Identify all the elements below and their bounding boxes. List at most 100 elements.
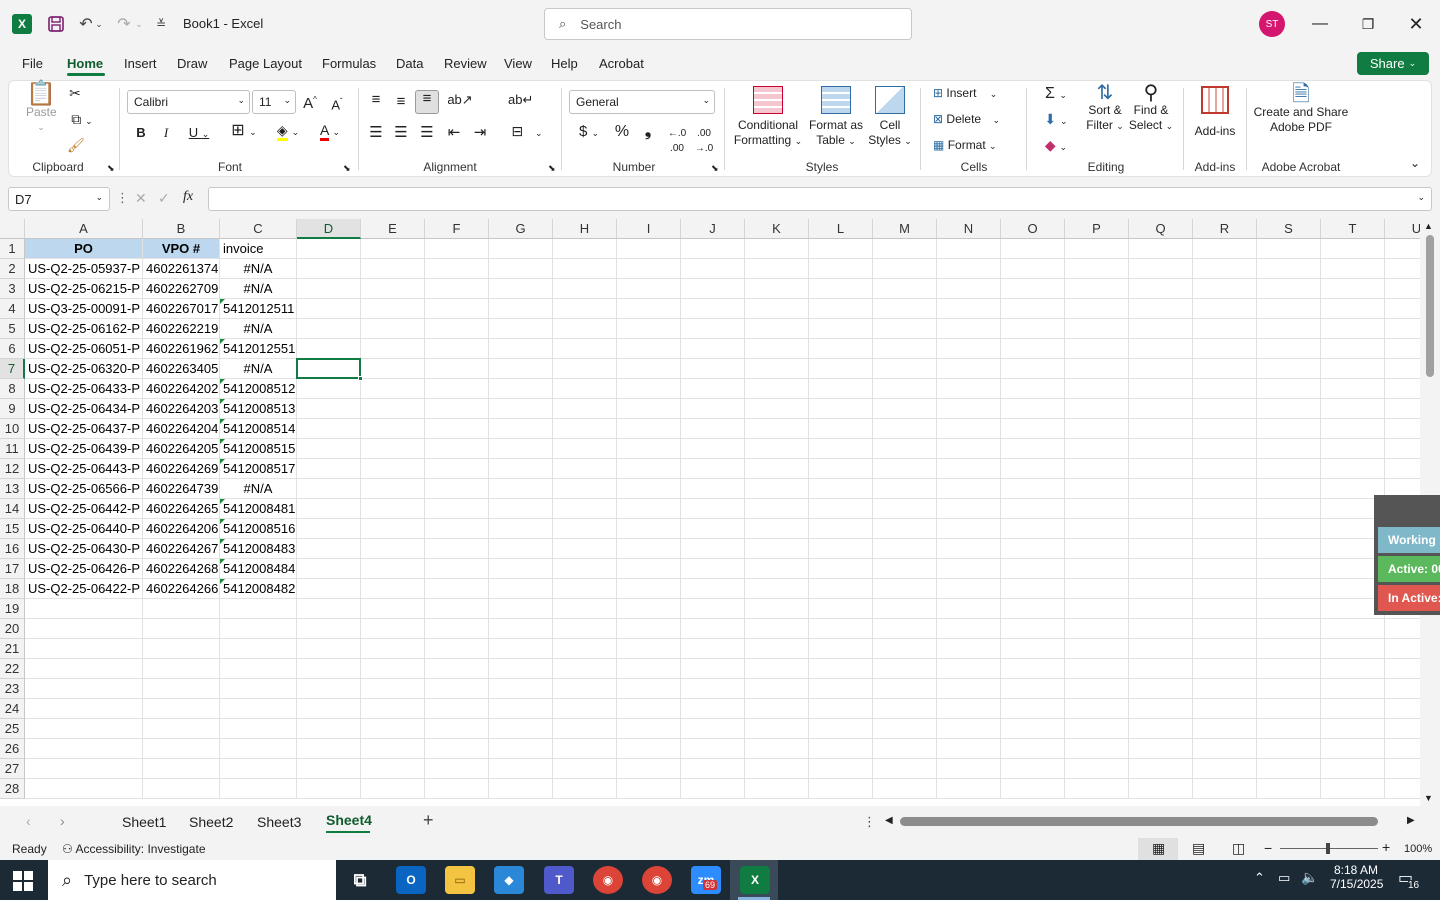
table-cell[interactable] bbox=[681, 559, 745, 579]
table-cell[interactable] bbox=[361, 359, 425, 379]
table-cell[interactable] bbox=[809, 439, 873, 459]
table-cell[interactable] bbox=[1001, 699, 1065, 719]
table-cell[interactable] bbox=[1321, 639, 1385, 659]
table-cell[interactable] bbox=[1321, 619, 1385, 639]
table-cell[interactable]: US-Q2-25-06437-P bbox=[25, 419, 143, 439]
table-cell[interactable] bbox=[745, 759, 809, 779]
sheet-tab-2[interactable]: Sheet2 bbox=[189, 814, 233, 830]
table-cell[interactable] bbox=[361, 659, 425, 679]
bold-icon[interactable]: B bbox=[133, 125, 149, 140]
table-cell[interactable] bbox=[361, 559, 425, 579]
table-cell[interactable] bbox=[25, 719, 143, 739]
table-cell[interactable] bbox=[937, 399, 1001, 419]
table-cell[interactable] bbox=[1001, 259, 1065, 279]
table-cell[interactable] bbox=[1257, 659, 1321, 679]
row-header[interactable]: 7 bbox=[0, 359, 25, 379]
table-cell[interactable]: #N/A bbox=[220, 319, 297, 339]
table-cell[interactable]: 5412008484 bbox=[220, 559, 297, 579]
table-cell[interactable] bbox=[1385, 759, 1420, 779]
table-cell[interactable] bbox=[1257, 579, 1321, 599]
table-cell[interactable]: 4602261962 bbox=[143, 339, 220, 359]
table-cell[interactable] bbox=[1065, 639, 1129, 659]
align-center-icon[interactable]: ☰ bbox=[391, 125, 411, 140]
table-cell[interactable] bbox=[1001, 399, 1065, 419]
table-cell[interactable] bbox=[1193, 619, 1257, 639]
table-cell[interactable] bbox=[361, 239, 425, 259]
table-cell[interactable] bbox=[745, 239, 809, 259]
table-cell[interactable] bbox=[1129, 679, 1193, 699]
dialog-launcher-icon[interactable]: ⬊ bbox=[343, 163, 351, 174]
table-cell[interactable] bbox=[1001, 379, 1065, 399]
table-cell[interactable] bbox=[1193, 379, 1257, 399]
table-cell[interactable] bbox=[1129, 319, 1193, 339]
table-cell[interactable] bbox=[681, 419, 745, 439]
table-cell[interactable] bbox=[681, 499, 745, 519]
row-header[interactable]: 27 bbox=[0, 759, 25, 779]
page-layout-view-icon[interactable]: ▤ bbox=[1192, 840, 1205, 857]
row-header[interactable]: 19 bbox=[0, 599, 25, 619]
table-cell[interactable] bbox=[1065, 359, 1129, 379]
row-header[interactable]: 24 bbox=[0, 699, 25, 719]
column-header-k[interactable]: K bbox=[745, 219, 809, 239]
table-cell[interactable] bbox=[937, 479, 1001, 499]
decrease-font-icon[interactable]: Aˇ bbox=[327, 94, 347, 112]
table-cell[interactable] bbox=[1001, 719, 1065, 739]
table-cell[interactable] bbox=[553, 599, 617, 619]
increase-indent-icon[interactable]: ⇥ bbox=[470, 125, 490, 140]
table-cell[interactable] bbox=[425, 399, 489, 419]
table-cell[interactable] bbox=[1257, 559, 1321, 579]
table-cell[interactable] bbox=[745, 679, 809, 699]
comma-style-icon[interactable]: ❟ bbox=[640, 124, 656, 140]
table-cell[interactable] bbox=[489, 519, 553, 539]
table-cell[interactable] bbox=[745, 659, 809, 679]
table-cell[interactable] bbox=[425, 619, 489, 639]
table-cell[interactable] bbox=[1321, 419, 1385, 439]
table-cell[interactable] bbox=[361, 699, 425, 719]
tab-home[interactable]: Home bbox=[67, 56, 103, 71]
table-cell[interactable] bbox=[937, 739, 1001, 759]
font-size-select[interactable]: 11 ⌄ bbox=[252, 90, 296, 114]
table-cell[interactable] bbox=[1385, 299, 1420, 319]
table-cell[interactable] bbox=[1001, 639, 1065, 659]
fill-icon[interactable]: ⬇ ⌄ bbox=[1038, 112, 1074, 129]
row-header[interactable]: 8 bbox=[0, 379, 25, 399]
column-header-c[interactable]: C bbox=[220, 219, 297, 239]
table-cell[interactable] bbox=[1193, 559, 1257, 579]
table-cell[interactable] bbox=[361, 339, 425, 359]
page-break-view-icon[interactable]: ◫ bbox=[1232, 840, 1245, 857]
table-cell[interactable] bbox=[1001, 439, 1065, 459]
table-cell[interactable] bbox=[1001, 419, 1065, 439]
format-painter-icon[interactable]: 🖌 bbox=[67, 138, 85, 153]
tab-formulas[interactable]: Formulas bbox=[322, 56, 376, 71]
table-cell[interactable] bbox=[1257, 759, 1321, 779]
undo-dropdown-icon[interactable]: ⌄ bbox=[92, 12, 106, 36]
table-cell[interactable] bbox=[809, 479, 873, 499]
table-cell[interactable] bbox=[1065, 739, 1129, 759]
table-cell[interactable]: PO bbox=[25, 239, 143, 259]
table-cell[interactable] bbox=[937, 679, 1001, 699]
table-cell[interactable] bbox=[489, 279, 553, 299]
clock[interactable]: 8:18 AM 7/15/2025 bbox=[1330, 863, 1383, 891]
table-cell[interactable] bbox=[1129, 399, 1193, 419]
table-cell[interactable] bbox=[361, 619, 425, 639]
orientation-icon[interactable]: ab↗ bbox=[446, 92, 474, 107]
table-cell[interactable] bbox=[25, 599, 143, 619]
table-cell[interactable] bbox=[1257, 679, 1321, 699]
restore-icon[interactable]: ❐ bbox=[1345, 10, 1391, 38]
table-cell[interactable] bbox=[297, 719, 361, 739]
table-cell[interactable] bbox=[745, 739, 809, 759]
table-cell[interactable] bbox=[1257, 379, 1321, 399]
table-cell[interactable] bbox=[1385, 459, 1420, 479]
table-cell[interactable]: 4602262709 bbox=[143, 279, 220, 299]
table-cell[interactable] bbox=[617, 659, 681, 679]
table-cell[interactable] bbox=[873, 499, 937, 519]
table-cell[interactable] bbox=[617, 639, 681, 659]
table-cell[interactable] bbox=[553, 739, 617, 759]
number-format-select[interactable]: General ⌄ bbox=[569, 90, 715, 114]
row-header[interactable]: 6 bbox=[0, 339, 25, 359]
table-cell[interactable]: 4602264203 bbox=[143, 399, 220, 419]
table-cell[interactable]: 4602264265 bbox=[143, 499, 220, 519]
table-cell[interactable] bbox=[745, 519, 809, 539]
table-cell[interactable] bbox=[220, 639, 297, 659]
table-cell[interactable] bbox=[425, 699, 489, 719]
